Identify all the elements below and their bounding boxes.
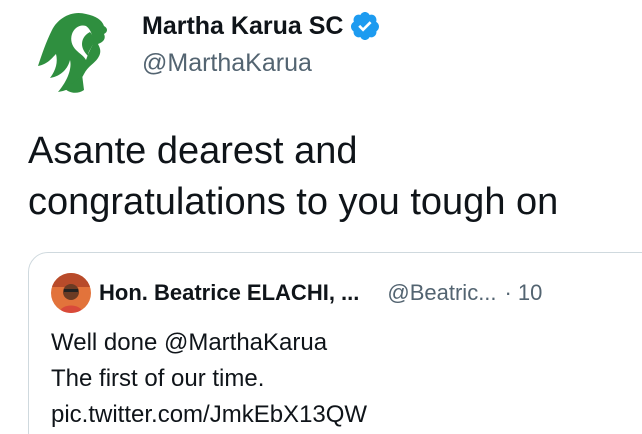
quoted-timestamp[interactable]: 10 <box>518 280 542 306</box>
author-name-row: Martha Karua SC <box>142 10 381 42</box>
quoted-text-line: Well done @MarthaKarua <box>51 329 328 356</box>
profile-avatar[interactable] <box>28 4 124 100</box>
woman-profile-silhouette-logo-icon <box>38 12 107 93</box>
tweet-text-line: Asante dearest and <box>28 130 358 172</box>
verified-badge-icon <box>351 12 380 40</box>
quoted-tweet-text: Well done @MarthaKarua The first of our … <box>51 325 367 433</box>
tweet[interactable]: Martha Karua SC @MarthaKarua Asante dear… <box>0 0 642 434</box>
quoted-tweet-header: Hon. Beatrice ELACHI, ... @Beatric... · … <box>51 273 542 313</box>
author-handle[interactable]: @MarthaKarua <box>142 48 312 78</box>
quoted-text-link[interactable]: pic.twitter.com/JmkEbX13QW <box>51 397 367 433</box>
quoted-text-line: The first of our time. <box>51 365 265 392</box>
author-name[interactable]: Martha Karua SC <box>142 11 343 41</box>
tweet-text-line: congratulations to you tough on <box>28 181 559 223</box>
quoted-separator-dot: · <box>504 280 512 305</box>
quoted-author-handle[interactable]: @Beatric... <box>387 280 496 306</box>
quoted-author-avatar[interactable] <box>51 273 91 313</box>
user-avatar-photo-icon <box>51 273 91 313</box>
quoted-tweet-card[interactable]: Hon. Beatrice ELACHI, ... @Beatric... · … <box>28 252 642 434</box>
tweet-text: Asante dearest and congratulations to yo… <box>28 126 642 228</box>
quoted-author-name[interactable]: Hon. Beatrice ELACHI, ... <box>99 280 359 306</box>
